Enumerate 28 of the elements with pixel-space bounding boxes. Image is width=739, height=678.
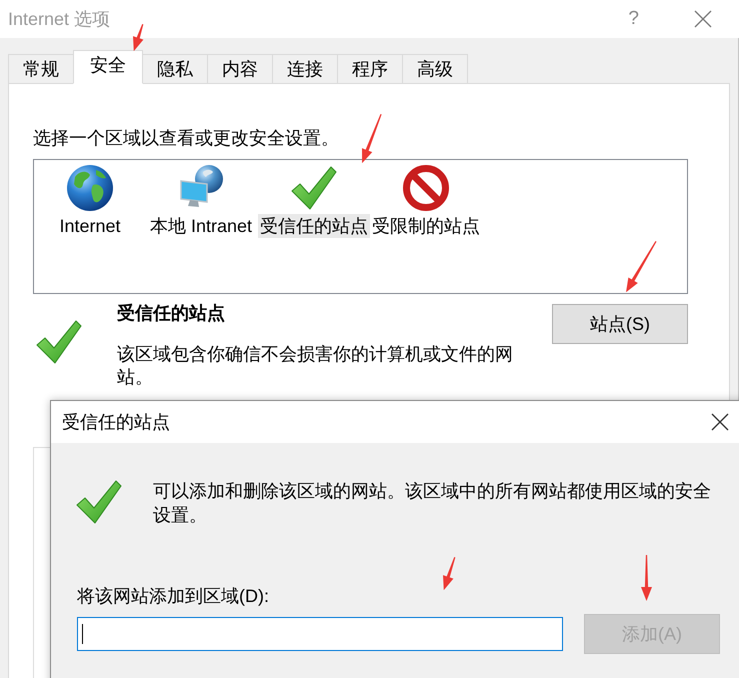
tab[interactable]: 高级	[402, 54, 468, 84]
instruction-text: 选择一个区域以查看或更改安全设置。	[33, 127, 339, 150]
sites-button[interactable]: 站点(S)	[552, 304, 688, 344]
arrow-icon	[362, 114, 382, 163]
zone-item[interactable]: Internet	[57, 214, 123, 238]
tab[interactable]: 安全	[73, 50, 143, 84]
check-icon	[290, 164, 338, 212]
zone-item[interactable]: 受限制的站点	[370, 214, 482, 238]
dialog-title: 受信任的站点	[62, 411, 170, 434]
arrow-icon	[133, 24, 144, 51]
prohibited-sign-icon	[402, 164, 450, 212]
zone-title: 受信任的站点	[117, 302, 225, 325]
arrow-icon	[640, 555, 652, 601]
dialog-message: 可以添加和删除该区域的网站。该区域中的所有网站都使用区域的安全设置。	[153, 480, 712, 527]
zone-description: 该区域包含你确信不会损害你的计算机或文件的网站。	[117, 343, 514, 389]
close-icon[interactable]	[711, 413, 729, 431]
text-cursor-icon	[82, 624, 83, 644]
field-label: 将该网站添加到区域(D):	[77, 585, 269, 608]
window-title: Internet 选项	[8, 8, 110, 31]
zone-item[interactable]: 受信任的站点	[258, 214, 370, 238]
url-input-field[interactable]	[77, 617, 563, 651]
globe-icon	[66, 164, 114, 212]
zone-item[interactable]: 本地 Intranet	[148, 214, 254, 238]
check-icon	[35, 318, 83, 366]
arrow-icon	[626, 240, 657, 292]
tab[interactable]: 常规	[8, 54, 74, 84]
arrow-icon	[443, 556, 456, 590]
check-icon	[75, 478, 123, 526]
